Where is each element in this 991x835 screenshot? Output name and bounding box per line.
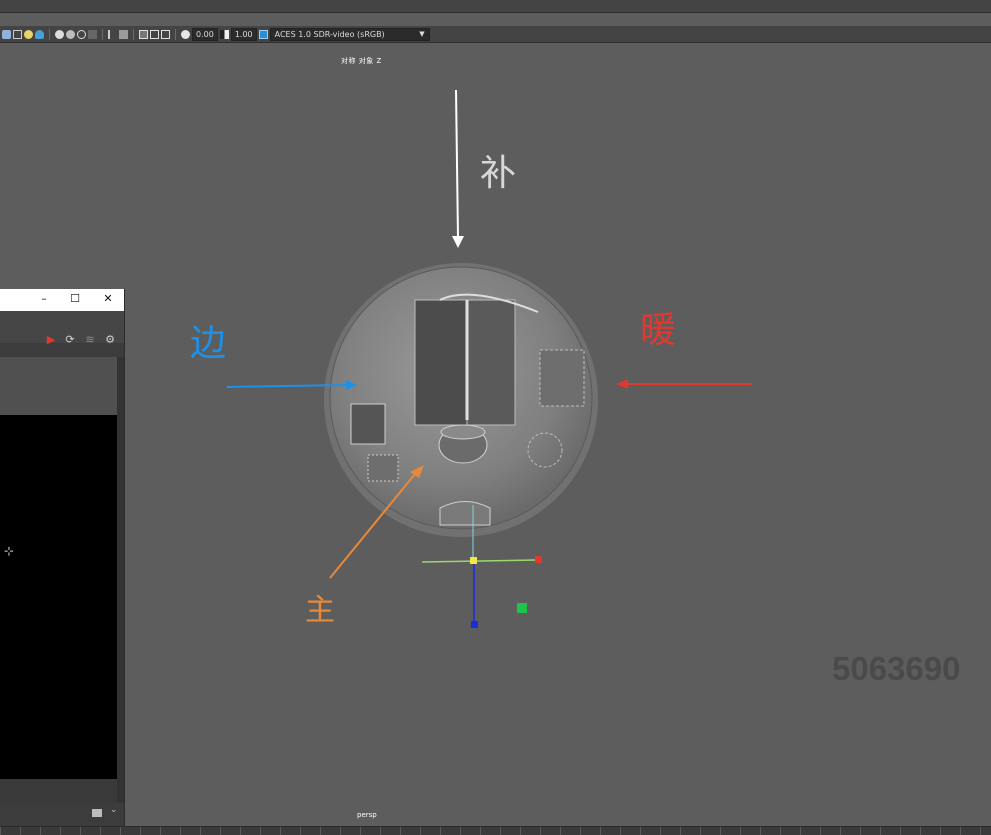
top-label: 补: [480, 153, 516, 194]
gear-icon[interactable]: ⚙: [104, 334, 116, 346]
model-box-right: [466, 299, 516, 426]
ipr-icon[interactable]: ≋: [84, 334, 96, 346]
window-bottom-panel: [0, 779, 117, 803]
arrow-right: [616, 379, 752, 389]
model-chip: [367, 454, 399, 482]
model-box-left: [414, 299, 468, 426]
gizmo-handle-z[interactable]: [471, 621, 478, 628]
window-status-bar: ⌄: [0, 803, 124, 826]
left-label: 边: [190, 323, 226, 364]
crosshair-icon: ⊹: [4, 544, 15, 558]
gizmo-handle-center[interactable]: [470, 557, 477, 564]
window-scrollbar[interactable]: [117, 357, 124, 803]
chevron-down-icon[interactable]: ⌄: [110, 805, 118, 815]
window-header-panel: [0, 357, 117, 415]
model-panel: [539, 349, 585, 407]
refresh-icon[interactable]: ⟳: [64, 334, 76, 346]
model-cylinder-top: [440, 424, 486, 440]
model-spool: [350, 403, 386, 445]
bottom-label: 主: [305, 593, 335, 628]
snapshot-icon[interactable]: [92, 809, 102, 817]
model-bottom-part: [439, 501, 491, 526]
floating-window: – ☐ ✕ ▶ ⟳ ≋ ⚙ ⌄: [0, 289, 125, 826]
viewport-scene[interactable]: 补 边 暖 主: [0, 0, 991, 834]
watermark-number: 5063690: [832, 650, 961, 687]
right-label: 暖: [640, 310, 676, 351]
camera-name: persp: [357, 811, 377, 819]
window-title-bar: – ☐ ✕: [0, 289, 124, 311]
render-view[interactable]: [0, 415, 117, 779]
close-icon[interactable]: ✕: [101, 292, 115, 306]
gizmo-handle-y[interactable]: [517, 603, 527, 613]
render-play-icon[interactable]: ▶: [45, 334, 57, 346]
model-disc[interactable]: [324, 263, 598, 537]
gizmo-handle-x[interactable]: [535, 556, 542, 563]
minimize-icon[interactable]: –: [37, 292, 51, 306]
arrow-top: [452, 89, 464, 248]
maximize-icon[interactable]: ☐: [68, 292, 82, 306]
gizmo-axis-x[interactable]: [421, 559, 537, 563]
